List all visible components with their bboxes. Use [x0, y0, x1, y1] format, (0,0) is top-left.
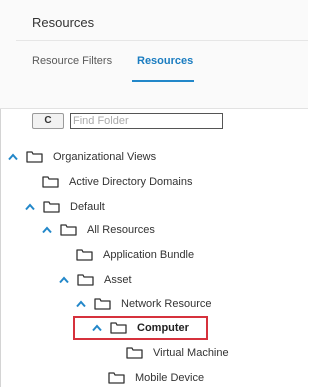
folder-icon: [60, 224, 77, 236]
panel-header: Resources Resource Filters Resources: [0, 0, 308, 109]
tree-node-active-directory-domains[interactable]: Active Directory Domains: [42, 173, 192, 191]
find-folder-input[interactable]: [70, 113, 223, 129]
chevron-up-icon[interactable]: [76, 298, 88, 310]
tree-node-label[interactable]: Organizational Views: [53, 151, 156, 163]
tree-node-network-resource[interactable]: Network Resource: [76, 295, 211, 313]
chevron-up-icon[interactable]: [42, 224, 54, 236]
selected-node-highlight: [73, 316, 208, 340]
tree-node-label[interactable]: Mobile Device: [135, 372, 204, 384]
folder-icon: [26, 151, 43, 163]
tree-node-label[interactable]: Active Directory Domains: [69, 176, 192, 188]
folder-icon: [42, 176, 59, 188]
tree-node-virtual-machine[interactable]: Virtual Machine: [126, 344, 229, 362]
tree-node-label[interactable]: Default: [70, 201, 105, 213]
tree-node-default[interactable]: Default: [25, 198, 105, 216]
tree-node-asset[interactable]: Asset: [59, 271, 132, 289]
folder-icon: [77, 274, 94, 286]
tree-node-label[interactable]: Application Bundle: [103, 249, 194, 261]
panel-title: Resources: [32, 15, 95, 30]
chevron-up-icon[interactable]: [25, 201, 37, 213]
chevron-up-icon[interactable]: [59, 274, 71, 286]
tree-node-mobile-device[interactable]: Mobile Device: [108, 369, 204, 387]
resources-panel: Resources Resource Filters Resources C O…: [0, 0, 308, 387]
title-divider: [16, 40, 308, 41]
chevron-up-icon[interactable]: [8, 151, 20, 163]
refresh-button[interactable]: C: [32, 113, 64, 129]
active-tab-indicator: [132, 80, 194, 82]
tree-node-label[interactable]: All Resources: [87, 224, 155, 236]
tab-resources[interactable]: Resources: [137, 55, 193, 67]
folder-icon: [108, 372, 125, 384]
tree-node-organizational-views[interactable]: Organizational Views: [8, 148, 156, 166]
folder-icon: [94, 298, 111, 310]
folder-icon: [126, 347, 143, 359]
refresh-icon: C: [44, 115, 52, 126]
tree-node-application-bundle[interactable]: Application Bundle: [76, 246, 194, 264]
folder-icon: [76, 249, 93, 261]
tree-node-label[interactable]: Asset: [104, 274, 132, 286]
tree-node-label[interactable]: Network Resource: [121, 298, 211, 310]
tree-node-label[interactable]: Virtual Machine: [153, 347, 229, 359]
tree-node-all-resources[interactable]: All Resources: [42, 221, 155, 239]
tab-resource-filters[interactable]: Resource Filters: [32, 55, 112, 67]
folder-icon: [43, 201, 60, 213]
